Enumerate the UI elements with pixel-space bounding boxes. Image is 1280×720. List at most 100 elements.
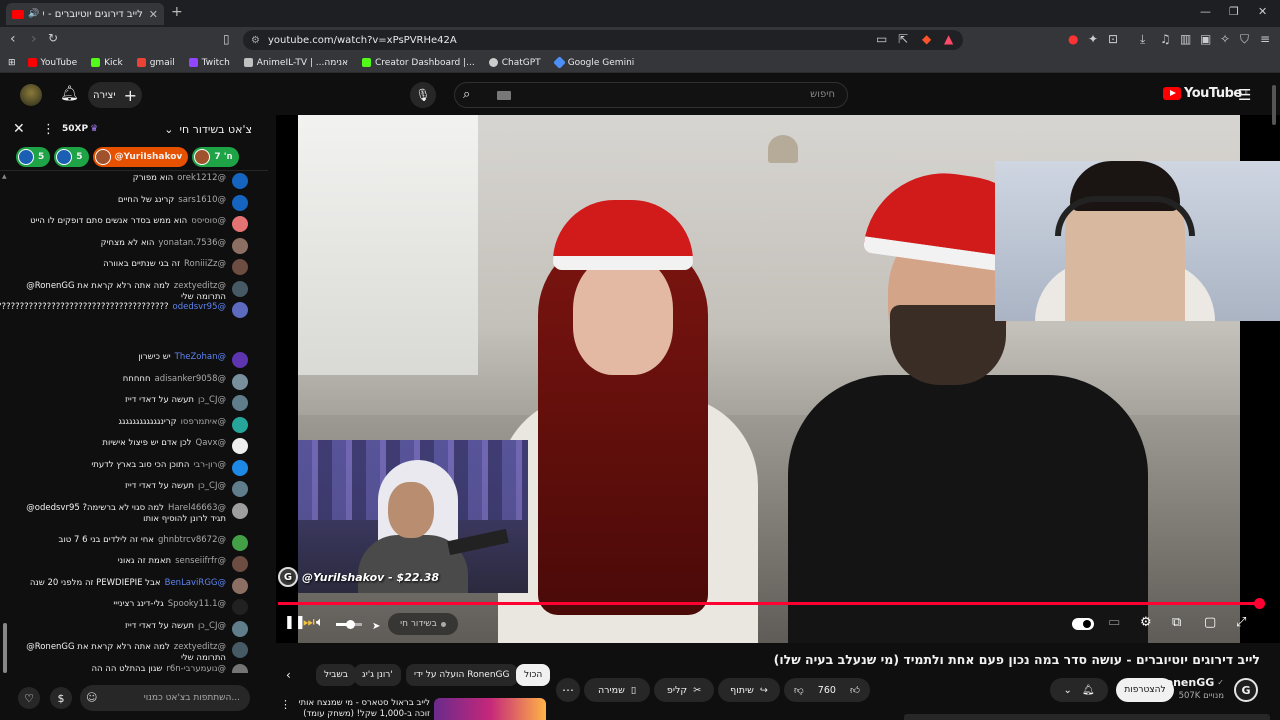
chat-mode-dropdown[interactable]: ⌄ צ'אט בשידור חי (164, 123, 252, 136)
minimize-icon[interactable]: — (1200, 5, 1211, 18)
restore-icon[interactable]: ❐ (1229, 5, 1239, 18)
chat-author[interactable]: @Spooky11.1 (168, 599, 226, 609)
site-info-icon[interactable]: ⚙ (251, 35, 260, 46)
chat-avatar[interactable] (232, 237, 248, 254)
dislike-icon[interactable]: 👎︎ (794, 684, 804, 696)
chat-message[interactable]: @איתמרפסו קרינגגגגגגגגגגגג (12, 416, 248, 433)
chat-message[interactable]: @רון-רביהתוכן הכי סוב בארץ לדעתי (12, 459, 248, 476)
notifications-bell-icon[interactable]: 🔔︎ (60, 84, 79, 102)
chat-message[interactable]: @zextyeditzלמה אתה רלא קראת את RonenGG@ … (12, 642, 248, 664)
volume-icon[interactable]: 🔈︎ (316, 615, 324, 630)
chat-author[interactable]: @נועמערבי-r6n (166, 664, 226, 674)
chat-message[interactable]: @BenLaviRGG אבל PEWDIEPIE זה מלפני 20 שנה (12, 577, 248, 594)
url-bar[interactable]: ⚙ youtube.com/watch?v=xPsPVRHe42A (243, 30, 963, 50)
chat-message[interactable]: @odedsvr95??????????????????????????????… (0, 302, 248, 318)
close-chat-icon[interactable]: ✕ (13, 121, 25, 137)
chat-message[interactable]: @נועמערבי-r6nשגון בהתלט הה הה (12, 663, 248, 674)
chat-avatar[interactable] (232, 373, 248, 390)
save-button[interactable]: שמירה ▯ (584, 678, 650, 702)
share-button[interactable]: שיתוף ↪ (718, 678, 780, 702)
chat-message[interactable]: @Spooky11.1 גלי-דינג רצינייי (12, 599, 248, 615)
chat-avatar[interactable] (232, 352, 248, 368)
ticker-chip[interactable]: @YuriIshakov (92, 147, 189, 167)
bookmark-gmail[interactable]: gmail (136, 58, 175, 68)
chat-message[interactable]: @senseiifrfrתאמת זה גאוני (12, 556, 248, 572)
chat-message[interactable]: @CJ_כן תעשה על דאדי דייז (12, 481, 248, 497)
chat-avatar[interactable] (232, 556, 248, 572)
chat-avatar[interactable] (232, 416, 248, 433)
volume-slider[interactable] (336, 620, 362, 629)
chat-avatar[interactable] (232, 438, 248, 454)
miniplayer-icon[interactable]: ⧉ (1172, 615, 1181, 630)
chat-message[interactable]: @CJ_כן תעשה על דאדי דייז (12, 395, 248, 411)
chat-message[interactable]: @ghnbtrcv8672 אחי זה לילדים בני 6 7 טוב (12, 534, 248, 551)
progress-scrubber[interactable] (1254, 598, 1266, 609)
bookmark-gemini[interactable]: Google Gemini (552, 56, 634, 69)
extension-record-icon[interactable]: ● (1068, 32, 1078, 46)
autoplay-toggle[interactable] (1072, 618, 1094, 630)
chat-author[interactable]: @adisanker9058 (155, 374, 226, 384)
chat-avatar[interactable] (232, 534, 248, 551)
menu-icon[interactable]: ≡ (1260, 32, 1270, 46)
speaker-icon[interactable]: 🔊 (28, 9, 39, 19)
chat-avatar[interactable] (232, 173, 248, 189)
share-page-icon[interactable]: ⇱ (898, 32, 908, 46)
vpn-icon[interactable]: ⛉ (1240, 32, 1249, 47)
bookmark-twitch[interactable]: Twitch (188, 58, 230, 68)
like-dislike-pill[interactable]: 👎︎ 760 👍︎ (784, 678, 870, 702)
media-icon[interactable]: ♫ (1160, 32, 1171, 46)
browser-tab[interactable]: 🔊 לייב דירוגים יוטיוברים - עושה ✕ (6, 3, 164, 25)
chat-message-input[interactable]: ☺ השתתפות בצ'אט כמנוי... (80, 685, 250, 711)
more-actions-icon[interactable]: ⋯ (556, 678, 580, 702)
bookmark-youtube[interactable]: YouTube (27, 58, 77, 68)
subtitles-icon[interactable]: ▭ (1108, 615, 1120, 630)
chat-author[interactable]: @סוסיסס (191, 216, 226, 226)
search-input[interactable]: ⌕ חיפוש (454, 82, 848, 108)
chat-avatar[interactable] (232, 280, 248, 297)
chat-avatar[interactable] (232, 216, 248, 232)
progress-bar[interactable] (278, 598, 1266, 609)
chat-avatar[interactable] (232, 620, 248, 637)
bookmark-animeil[interactable]: AnimeIL-TV | ...אנימה (243, 58, 348, 68)
extensions-icon[interactable]: ✦ (1088, 32, 1098, 46)
reload-icon[interactable]: ↻ (48, 31, 58, 45)
chat-author[interactable]: @Qavx (196, 438, 226, 448)
chat-avatar[interactable] (232, 194, 248, 211)
sidebar-icon[interactable]: ▥ (1180, 32, 1191, 46)
chat-author[interactable]: @CJ_כן (198, 395, 226, 405)
chat-message[interactable]: @CJ_כן תעשה על דאדי דייז (12, 620, 248, 637)
clip-button[interactable]: קליפ ✂ (654, 678, 714, 702)
chat-author[interactable]: @CJ_כן (198, 481, 226, 491)
chat-message[interactable]: @sars1610קרינג של החיים (12, 194, 248, 211)
theater-mode-icon[interactable]: ▢ (1204, 615, 1216, 630)
channel-name[interactable]: RonenGG ✓ (1157, 676, 1224, 689)
rewards-icon[interactable]: ▲ (944, 32, 953, 46)
chat-avatar[interactable] (232, 599, 248, 615)
search-icon[interactable]: ⌕ (463, 87, 470, 102)
chat-author[interactable]: @ghnbtrcv8672 (158, 535, 226, 545)
chat-author[interactable]: @RoniiiZz (184, 259, 226, 269)
chat-message[interactable]: @TheZohan יש כישרון (12, 352, 248, 368)
recommended-video[interactable]: ⋮ לייב בראול סטארס - מי שמנצח אותי זוכה … (276, 696, 556, 720)
chat-message[interactable]: @orek1212הוא מפורק (12, 173, 248, 189)
ticker-chip[interactable]: 7 'ח (192, 147, 239, 167)
chat-message[interactable]: @adisanker9058 חחחחח (12, 373, 248, 390)
page-scrollbar[interactable] (1272, 85, 1276, 125)
chat-avatar[interactable] (232, 663, 248, 673)
forward-icon[interactable]: › (31, 31, 37, 47)
ticker-chip[interactable]: 5 (54, 147, 89, 167)
chat-message[interactable]: @סוסיססהוא ממש בסדר אנשים סתם דופקים לו … (12, 216, 248, 232)
volume-knob[interactable] (346, 620, 356, 629)
download-icon[interactable]: ⤓ (1140, 32, 1145, 47)
super-chat-dollar-icon[interactable]: $ (50, 687, 72, 709)
apps-grid-icon[interactable]: ⊞ (8, 58, 16, 68)
chat-author[interactable]: @yonatan.7536 (158, 238, 226, 248)
chat-more-options-icon[interactable]: ⋮ (42, 122, 55, 137)
guide-menu-icon[interactable]: ☰ (1238, 86, 1251, 104)
xp-badge[interactable]: 50XP ♛ (62, 124, 98, 134)
brave-shield-icon[interactable]: ◆ (922, 32, 931, 46)
chat-avatar[interactable] (232, 395, 248, 411)
bookmark-creator-dashboard[interactable]: Creator Dashboard |... (362, 58, 475, 68)
rec-more-icon[interactable]: ⋮ (280, 698, 291, 711)
wallet-icon[interactable]: ▣ (1200, 32, 1211, 46)
